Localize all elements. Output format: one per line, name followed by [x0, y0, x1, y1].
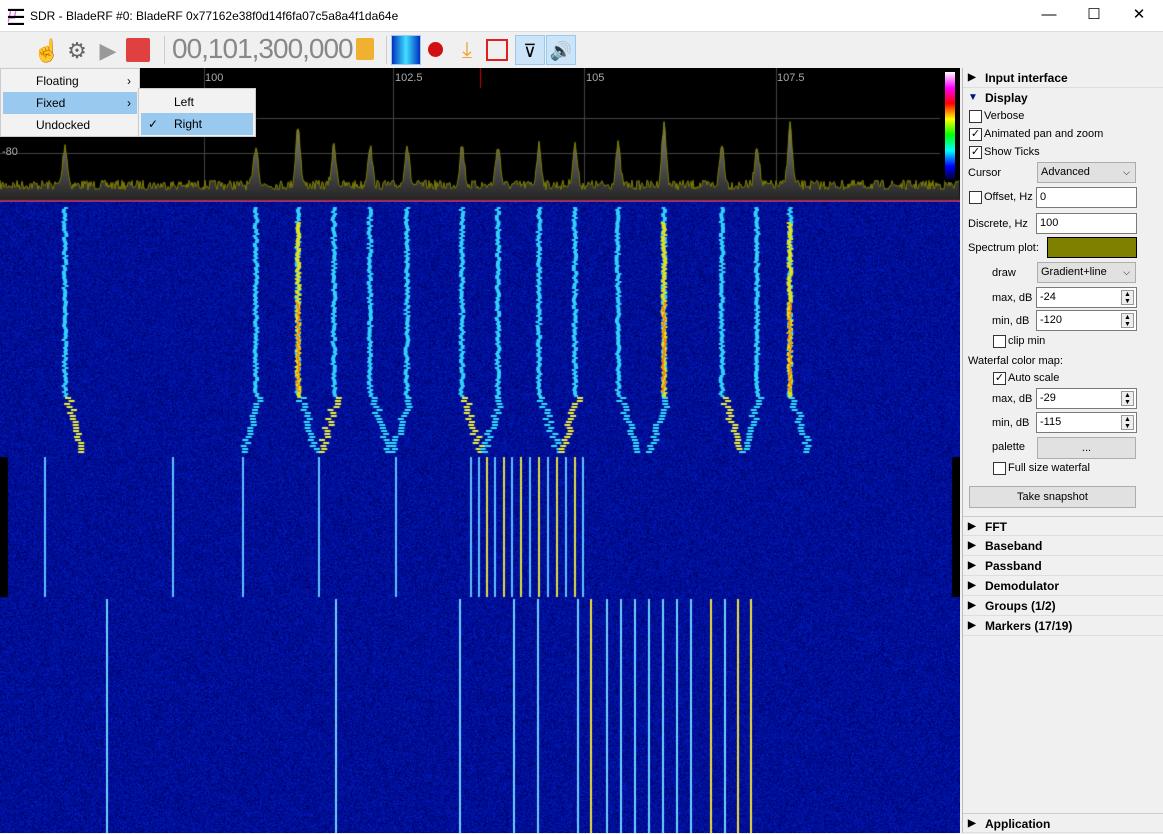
wf-max-label: max, dB — [992, 393, 1033, 405]
full-size-checkbox[interactable] — [993, 462, 1006, 475]
window-title: SDR - BladeRF #0: BladeRF 0x77162e38f0d1… — [30, 9, 399, 23]
menu-item-right[interactable]: ✓ Right — [141, 113, 253, 135]
menu-item-undocked[interactable]: Undocked — [3, 114, 137, 136]
speaker-icon[interactable]: 🔊 — [546, 35, 576, 65]
section-application[interactable]: ▶ Application — [963, 813, 1163, 833]
section-demodulator[interactable]: ▶ Demodulator — [963, 576, 1163, 596]
hand-icon[interactable]: ☝ — [32, 36, 62, 66]
spectrum-color-button[interactable] — [1047, 237, 1137, 258]
section-groups[interactable]: ▶ Groups (1/2) — [963, 596, 1163, 616]
draw-label: draw — [992, 267, 1016, 279]
discrete-input[interactable]: 100 — [1036, 213, 1137, 234]
clip-min-checkbox[interactable] — [993, 335, 1006, 348]
show-ticks-label: Show Ticks — [984, 146, 1040, 158]
wf-max-spinbox[interactable]: -29 ▲ ▼ — [1036, 388, 1137, 409]
download-icon[interactable]: ⤓ — [452, 35, 482, 65]
auto-scale-label: Auto scale — [1008, 372, 1060, 384]
freq-tick: 102.5 — [395, 72, 423, 84]
menu-item-floating[interactable]: Floating › — [3, 70, 137, 92]
offset-checkbox[interactable] — [969, 191, 982, 204]
section-fft[interactable]: ▶ FFT — [963, 516, 1163, 536]
menu-icon[interactable]: ☰ — [1, 3, 31, 33]
freq-tick: 100 — [205, 72, 224, 84]
verbose-checkbox[interactable] — [969, 110, 982, 123]
section-display[interactable]: ▼ Display — [963, 88, 1163, 108]
spec-min-spinbox[interactable]: -120 ▲ ▼ — [1036, 310, 1137, 331]
section-input-interface[interactable]: ▶ Input interface — [963, 68, 1163, 88]
menu-item-fixed[interactable]: Fixed › — [3, 92, 137, 114]
wf-min-spinbox[interactable]: -115 ▲ ▼ — [1036, 412, 1137, 433]
offset-label: Offset, Hz — [984, 191, 1033, 203]
freq-tick: 105 — [586, 72, 605, 84]
crop-icon[interactable] — [486, 39, 508, 61]
discrete-label: Discrete, Hz — [968, 218, 1028, 230]
waterfall[interactable] — [0, 202, 960, 833]
auto-scale-checkbox[interactable]: ✓ — [993, 372, 1006, 385]
check-icon: ✓ — [148, 117, 159, 131]
close-button[interactable]: ✕ — [1116, 0, 1162, 32]
play-icon[interactable]: ▶ — [93, 36, 123, 66]
frequency-display[interactable]: 00,101,300,000 — [172, 33, 354, 65]
stop-icon[interactable] — [126, 38, 150, 62]
dock-menu: Floating › Fixed › Undocked — [0, 68, 140, 137]
animated-label: Animated pan and zoom — [984, 128, 1104, 140]
spectrum-plot-label: Spectrum plot: — [968, 242, 1039, 254]
freq-tick: 107.5 — [777, 72, 805, 84]
verbose-label: Verbose — [984, 110, 1025, 122]
waterfall-colormap-label: Waterfal color map: — [968, 355, 1063, 367]
menu-item-left[interactable]: Left — [141, 91, 253, 113]
color-scale — [945, 72, 955, 182]
take-snapshot-button[interactable]: Take snapshot — [969, 486, 1136, 508]
title-bar: μ SDR - BladeRF #0: BladeRF 0x77162e38f0… — [0, 0, 1163, 32]
maximize-button[interactable]: ☐ — [1071, 0, 1117, 32]
spec-min-label: min, dB — [992, 315, 1030, 327]
minimize-button[interactable]: — — [1026, 0, 1072, 32]
spec-max-label: max, dB — [992, 292, 1033, 304]
palette-button[interactable]: ... — [1037, 437, 1136, 459]
show-ticks-checkbox[interactable]: ✓ — [969, 146, 982, 159]
full-size-label: Full size waterfal — [1008, 462, 1090, 474]
section-markers[interactable]: ▶ Markers (17/19) — [963, 616, 1163, 636]
waterfall-icon[interactable] — [391, 35, 421, 65]
spec-max-spinbox[interactable]: -24 ▲ ▼ — [1036, 287, 1137, 308]
lock-icon[interactable] — [356, 38, 374, 60]
palette-label: palette — [992, 441, 1026, 453]
settings-panel: ▶ Input interface ▼ Display Verbose ✓ Anim… — [962, 68, 1163, 833]
db-tick: -80 — [2, 146, 18, 158]
fixed-submenu: Left ✓ Right — [138, 88, 256, 137]
cursor-select[interactable]: Advanced ⌵ — [1037, 162, 1136, 183]
cursor-label: Cursor — [968, 167, 1002, 179]
animated-checkbox[interactable]: ✓ — [969, 128, 982, 141]
filter-icon[interactable]: ⊽ — [515, 35, 545, 65]
record-icon[interactable] — [428, 42, 443, 57]
section-baseband[interactable]: ▶ Baseband — [963, 536, 1163, 556]
draw-select[interactable]: Gradient+line ⌵ — [1037, 262, 1136, 283]
clip-min-label: clip min — [1008, 335, 1046, 347]
section-passband[interactable]: ▶ Passband — [963, 556, 1163, 576]
offset-input[interactable]: 0 — [1036, 187, 1137, 208]
gear-icon[interactable]: ⚙ — [62, 36, 92, 66]
wf-min-label: min, dB — [992, 417, 1030, 429]
